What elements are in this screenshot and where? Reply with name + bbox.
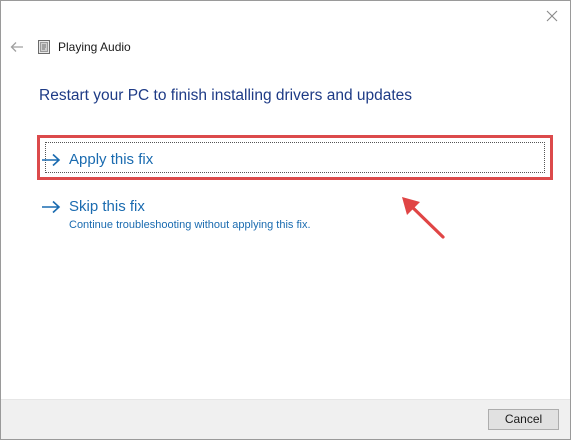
back-arrow-icon xyxy=(10,42,23,52)
right-arrow-icon xyxy=(42,200,61,214)
troubleshooter-app-icon xyxy=(38,40,50,54)
skip-fix-option[interactable]: Skip this fix Continue troubleshooting w… xyxy=(41,198,311,231)
page-heading: Restart your PC to finish installing dri… xyxy=(39,87,413,104)
right-arrow-icon xyxy=(42,153,61,167)
apply-fix-option[interactable]: Apply this fix xyxy=(41,151,153,168)
apply-fix-label: Apply this fix xyxy=(69,151,154,168)
skip-fix-label: Skip this fix xyxy=(69,198,145,215)
back-button[interactable] xyxy=(9,39,25,55)
red-pointer-arrow xyxy=(402,197,445,239)
skip-fix-description: Continue troubleshooting without applyin… xyxy=(69,219,311,231)
close-icon xyxy=(546,10,558,22)
window-title: Playing Audio xyxy=(58,40,131,54)
nav-row: Playing Audio xyxy=(9,38,131,56)
troubleshooter-window: Playing Audio Restart your PC to finish … xyxy=(0,0,571,440)
footer-bar: Cancel xyxy=(1,399,570,439)
cancel-button[interactable]: Cancel xyxy=(488,409,559,430)
title-bar xyxy=(1,1,570,31)
close-button[interactable] xyxy=(540,4,564,28)
